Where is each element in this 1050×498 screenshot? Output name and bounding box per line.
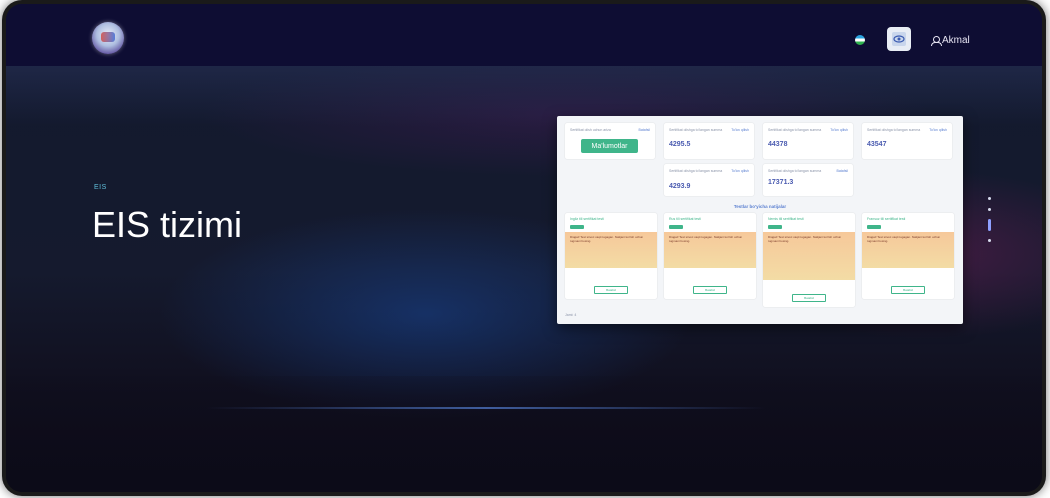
slide-dot-4[interactable] [987, 239, 991, 242]
card-value: 4295.5 [669, 141, 691, 148]
test-title: Rus tili sertifikat testi [669, 217, 701, 221]
test-warning: Diqqat! Test sinovi vaqti tugagan. Natij… [565, 232, 657, 268]
slide-dot-2[interactable] [987, 208, 991, 211]
test-card: Nemis tili sertifikat testi Diqqat! Test… [763, 213, 855, 307]
test-warning: Diqqat! Test sinovi vaqti tugagan. Natij… [763, 232, 855, 280]
stat-card: Sertifikat olishga to'langan summa To'lo… [862, 123, 952, 159]
eye-search-icon [892, 32, 906, 46]
card-label: Sertifikat olishga to'langan summa [669, 169, 723, 173]
slider-pagination [986, 197, 992, 242]
bottom-section [6, 376, 1042, 492]
test-status-badge [867, 225, 881, 229]
application-card: Sertifikat olish uchun ariza Batafsil Ma… [565, 123, 655, 159]
slide-dot-1[interactable] [987, 197, 991, 200]
card-value: 4293.9 [669, 183, 691, 190]
card-link: Batafsil [638, 128, 650, 132]
tests-section-title: Testlar bo'yicha natijalar [733, 204, 787, 209]
test-card: Rus tili sertifikat testi Diqqat! Test s… [664, 213, 756, 299]
test-title: Nemis tili sertifikat testi [768, 217, 804, 221]
dashboard-preview-image: Sertifikat olish uchun ariza Batafsil Ma… [557, 116, 963, 324]
card-link: To'lov qilish [731, 128, 749, 132]
test-status-badge [669, 225, 683, 229]
stat-card: Sertifikat olishga to'langan summa Bataf… [763, 164, 853, 196]
stat-card: Sertifikat olishga to'langan summa To'lo… [763, 123, 853, 159]
preview-footer: Jami: 4 [565, 313, 577, 317]
test-details-button: Batafsil [594, 286, 628, 294]
test-title: Ingliz tili sertifikat testi [570, 217, 604, 221]
card-value: 44378 [768, 141, 788, 148]
test-card: Ingliz tili sertifikat testi Diqqat! Tes… [565, 213, 657, 299]
card-link: To'lov qilish [731, 169, 749, 173]
accessibility-button[interactable] [887, 27, 911, 51]
test-card: Fransuz tili sertifikat testi Diqqat! Te… [862, 213, 954, 299]
test-status-badge [570, 225, 584, 229]
card-link: To'lov qilish [929, 128, 947, 132]
card-label: Sertifikat olishga to'langan summa [867, 128, 921, 132]
card-label: Sertifikat olish uchun ariza [570, 128, 611, 132]
app-window: Akmal EIS EIS tizimi Sertifikat olish uc… [6, 4, 1042, 492]
stat-card: Sertifikat olishga to'langan summa To'lo… [664, 164, 754, 196]
slide-dot-3-active[interactable] [987, 219, 991, 231]
card-link: To'lov qilish [830, 128, 848, 132]
card-label: Sertifikat olishga to'langan summa [768, 169, 822, 173]
test-details-button: Batafsil [693, 286, 727, 294]
stat-card: Sertifikat olishga to'langan summa To'lo… [664, 123, 754, 159]
user-name: Akmal [942, 35, 970, 46]
hero-eyebrow: EIS [94, 184, 107, 191]
card-label: Sertifikat olishga to'langan summa [768, 128, 822, 132]
hero-title: EIS tizimi [92, 204, 243, 245]
user-menu[interactable]: Akmal [931, 35, 970, 46]
test-status-badge [768, 225, 782, 229]
divider-glow [206, 407, 766, 409]
test-warning: Diqqat! Test sinovi vaqti tugagan. Natij… [664, 232, 756, 268]
test-details-button: Batafsil [891, 286, 925, 294]
logo-icon[interactable] [92, 22, 124, 54]
user-icon [931, 36, 942, 46]
test-title: Fransuz tili sertifikat testi [867, 217, 906, 221]
card-label: Sertifikat olishga to'langan summa [669, 128, 723, 132]
card-value: 17371.3 [768, 179, 794, 186]
test-warning: Diqqat! Test sinovi vaqti tugagan. Natij… [862, 232, 954, 268]
test-details-button: Batafsil [792, 294, 826, 302]
top-navbar: Akmal [6, 4, 1042, 66]
language-flag-icon[interactable] [855, 35, 865, 45]
card-cta-button: Ma'lumotlar [581, 139, 638, 153]
card-link: Batafsil [836, 169, 848, 173]
card-value: 43547 [867, 141, 887, 148]
